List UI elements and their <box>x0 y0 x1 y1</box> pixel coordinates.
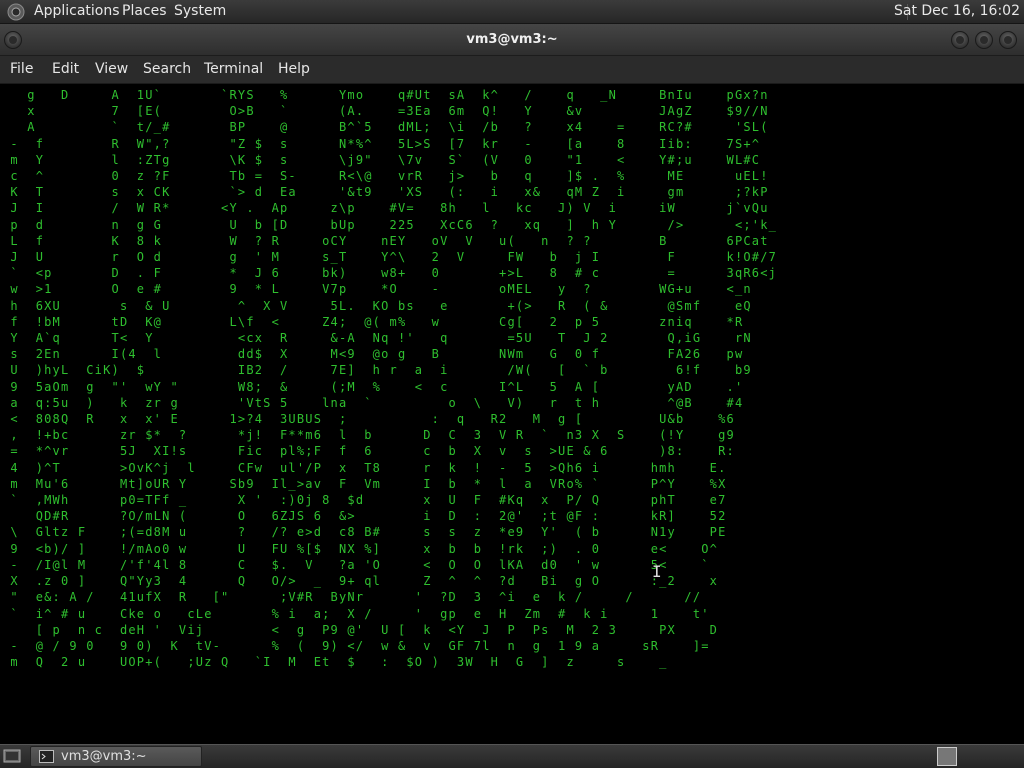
distro-logo-icon[interactable] <box>7 3 25 21</box>
matrix-line: a q:5u ) k zr g 'VtS 5 lna ` o \ V) r t … <box>2 395 744 410</box>
matrix-line: L f K 8 k W ? R oCY nEY oV V u( n ? ? B … <box>2 233 769 248</box>
matrix-line: 9 <b)/ ] !/mAo0 w U FU %[$ NX %] x b b !… <box>2 541 719 556</box>
text-cursor-icon: I <box>652 562 662 581</box>
matrix-line: A ` t/_# BP @ B^`5 dML; \i /b ? x4 = RC?… <box>2 120 769 135</box>
matrix-line: 9 5aOm g "' wY " W8; & (;M % < c I^L 5 A… <box>2 379 744 394</box>
top-panel: Applications Places System Sat Dec 16, 1… <box>0 0 1024 24</box>
window-title: vm3@vm3:~ <box>466 32 558 47</box>
matrix-line: g D A 1U` `RYS % Ymo q#Ut sA k^ / q _N B… <box>2 88 769 102</box>
matrix-line: - f R W",? "Z $ s N*%^ 5L>S [7 kr - [a 8… <box>2 136 761 151</box>
matrix-line: m Mu'6 Mt]oUR Y Sb9 Il_>av F Vm I b * l … <box>2 476 727 491</box>
matrix-line: [ p n c deH ' Vij < g P9 @' U [ k <Y J P… <box>2 622 719 637</box>
menu-help[interactable]: Help <box>278 61 310 77</box>
menu-search[interactable]: Search <box>143 61 191 77</box>
matrix-line: ` <p D . F * J 6 bk) w8+ 0 +>L 8 # c = 3… <box>2 266 778 281</box>
matrix-line: K T s x CK `> d Ea '&t9 'XS (: i x& qM Z… <box>2 185 769 200</box>
matrix-line: ` i^ # u Cke o cLe % i a; X / ' gp e H Z… <box>2 606 710 621</box>
clock[interactable]: Sat Dec 16, 16:02 <box>894 3 1020 19</box>
matrix-line: ` ,MWh p0=TFf _ X ' :)0j 8 $d x U F #Kq … <box>2 493 727 508</box>
places-menu[interactable]: Places <box>122 3 167 19</box>
maximize-button[interactable] <box>975 31 993 49</box>
matrix-line: J I / W R* <Y . Ap z\p #V= 8h l kc J) V … <box>2 201 769 216</box>
matrix-line: x 7 [E( O>B ` (A. =3Ea 6m Q! Y &v JAgZ $… <box>2 104 769 119</box>
minimize-button[interactable] <box>951 31 969 49</box>
matrix-rain-text: g D A 1U` `RYS % Ymo q#Ut sA k^ / q _N B… <box>2 87 777 670</box>
terminal-output[interactable]: g D A 1U` `RYS % Ymo q#Ut sA k^ / q _N B… <box>0 84 1024 744</box>
matrix-line: \ Gltz F ;(=d8M u ? /? e>d c8 B# s s z *… <box>2 525 727 540</box>
taskbar-terminal-label: vm3@vm3:~ <box>61 749 147 764</box>
matrix-line: U )hyL CiK) $ IB2 / 7E] h r a i /W( [ ` … <box>2 363 752 378</box>
window-titlebar[interactable]: vm3@vm3:~ <box>0 24 1024 56</box>
matrix-line: 4 )^T >OvK^j l CFw ul'/P x T8 r k ! - 5 … <box>2 460 727 475</box>
matrix-line: c ^ 0 z ?F Tb = S- R<\@ vrR j> b q ]$ . … <box>2 169 769 184</box>
menu-view[interactable]: View <box>95 61 128 77</box>
menu-edit[interactable]: Edit <box>52 61 79 77</box>
menu-terminal[interactable]: Terminal <box>204 61 263 77</box>
matrix-line: s 2En I(4 l dd$ X M<9 @o g B NWm G 0 f F… <box>2 347 744 362</box>
menu-file[interactable]: File <box>10 61 33 77</box>
terminal-menubar: File Edit View Search Terminal Help <box>0 56 1024 84</box>
matrix-line: J U r O d g ' M s_T Y^\ 2 V FW b j I F k… <box>2 250 778 265</box>
matrix-line: m Q 2 u UOP+( ;Uz Q `I M Et $ : $O ) 3W … <box>2 655 668 670</box>
matrix-line: p d n g G U b [D bUp 225 XcC6 ? xq ] h Y… <box>2 217 778 232</box>
matrix-line: Y A`q T< Y <cx R &-A Nq !' q =5U T J 2 Q… <box>2 331 752 346</box>
matrix-line: = *^vr 5J XI!s Fic pl%;F f 6 c b X v s >… <box>2 444 735 459</box>
matrix-line: < 808Q R x x' E 1>?4 3UBUS ; : q R2 M g … <box>2 412 735 427</box>
matrix-line: , !+bc zr $* ? *j! F**m6 l b D C 3 V R `… <box>2 428 735 443</box>
close-button[interactable] <box>999 31 1017 49</box>
workspace-switcher[interactable] <box>937 747 957 766</box>
matrix-line: - @ / 9 0 9 0) K tV- % ( 9) </ w & v GF … <box>2 638 710 653</box>
matrix-line: f !bM tD K@ L\f < Z4; @( m% w Cg[ 2 p 5 … <box>2 314 744 329</box>
terminal-icon <box>39 750 54 763</box>
matrix-line: m Y l :ZTg \K $ s \j9" \7v S` (V 0 "1 < … <box>2 152 761 167</box>
show-desktop-icon[interactable] <box>3 748 21 764</box>
applications-menu[interactable]: Applications <box>34 3 120 19</box>
system-menu[interactable]: System <box>174 3 226 19</box>
matrix-line: " e&: A / 41ufX R [" ;V#R ByNr ' ?D 3 ^i… <box>2 590 702 605</box>
matrix-line: QD#R ?O/mLN ( O 6ZJS 6 &> i D : 2@' ;t @… <box>2 509 727 524</box>
bottom-panel: vm3@vm3:~ <box>0 744 1024 768</box>
matrix-line: w >1 O e # 9 * L V7p *O - oMEL y ? WG+u … <box>2 282 752 297</box>
matrix-line: h 6XU s & U ^ X V 5L. KO bs e +(> R ( & … <box>2 298 752 313</box>
taskbar-terminal-button[interactable]: vm3@vm3:~ <box>30 746 202 767</box>
